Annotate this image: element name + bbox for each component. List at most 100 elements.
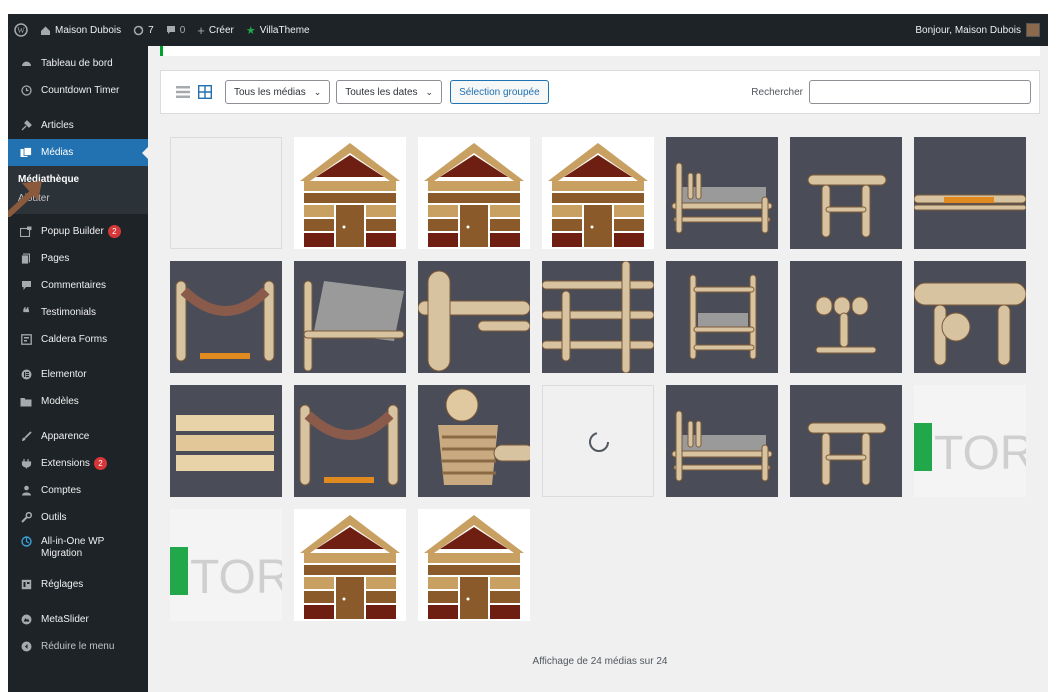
comment-icon <box>18 280 34 291</box>
collapse-menu-button[interactable]: Réduire le menu <box>8 633 148 660</box>
media-type-filter[interactable]: Tous les médias ⌄ <box>225 80 331 104</box>
menu-item-outils[interactable]: Outils <box>8 504 148 531</box>
comments-count: 0 <box>179 24 186 36</box>
menu-item-migration[interactable]: All-in-One WP Migration <box>8 531 148 571</box>
bed-photo <box>666 385 778 497</box>
menu-item-popup-builder[interactable]: Popup Builder 2 <box>8 218 148 245</box>
wordpress-logo[interactable]: W <box>8 14 34 46</box>
menu-label: Caldera Forms <box>41 334 108 345</box>
crate-photo <box>170 385 282 497</box>
media-thumbnail[interactable] <box>170 137 282 249</box>
media-thumbnail[interactable] <box>294 261 406 373</box>
date-filter[interactable]: Toutes les dates ⌄ <box>336 80 443 104</box>
media-thumbnail[interactable] <box>666 385 778 497</box>
search-label: Rechercher <box>751 86 803 98</box>
pin-icon <box>18 120 34 131</box>
bed-photo <box>666 137 778 249</box>
brush-icon <box>18 431 34 442</box>
rope-detail-photo <box>418 385 530 497</box>
media-thumbnail[interactable] <box>418 385 530 497</box>
notification-badge: 2 <box>93 457 107 470</box>
menu-item-elementor[interactable]: Elementor <box>8 361 148 388</box>
menu-item-testimonials[interactable]: ❝ Testimonials <box>8 299 148 326</box>
forms-icon <box>18 334 34 345</box>
hammock-photo <box>170 261 282 373</box>
menu-label: Popup Builder <box>41 226 104 237</box>
menu-item-caldera-forms[interactable]: Caldera Forms <box>8 326 148 353</box>
media-thumbnail[interactable] <box>294 509 406 621</box>
list-view-icon[interactable] <box>175 84 191 100</box>
menu-item-extensions[interactable]: Extensions 2 <box>8 450 148 477</box>
menu-item-reglages[interactable]: Réglages <box>8 571 148 598</box>
svg-text:TOR: TOR <box>934 427 1026 480</box>
media-thumbnail[interactable] <box>542 385 654 497</box>
comments-link[interactable]: 0 <box>160 14 192 46</box>
menu-label: Médias <box>41 147 74 158</box>
elementor-icon <box>18 369 34 380</box>
menu-item-pages[interactable]: Pages <box>8 245 148 272</box>
media-thumbnail[interactable] <box>666 137 778 249</box>
collapse-icon <box>18 641 34 652</box>
menu-label: Réduire le menu <box>41 641 115 652</box>
media-thumbnail[interactable] <box>170 261 282 373</box>
menu-item-articles[interactable]: Articles <box>8 112 148 139</box>
media-thumbnail[interactable] <box>790 137 902 249</box>
media-thumbnail[interactable] <box>170 385 282 497</box>
media-thumbnail[interactable] <box>294 385 406 497</box>
logo-house <box>294 137 406 249</box>
media-thumbnail[interactable]: TOR <box>170 509 282 621</box>
logo-house <box>418 137 530 249</box>
bulk-select-button[interactable]: Sélection groupée <box>450 80 549 104</box>
chair-photo <box>666 261 778 373</box>
menu-item-countdown-timer[interactable]: Countdown Timer <box>8 77 148 104</box>
media-thumbnail[interactable] <box>542 137 654 249</box>
notice-bar <box>160 46 1040 56</box>
account-menu[interactable]: Bonjour, Maison Dubois <box>915 23 1048 37</box>
new-content-link[interactable]: + Créer <box>191 14 240 46</box>
site-name: Maison Dubois <box>55 24 122 36</box>
popup-icon <box>18 226 34 237</box>
menu-item-modeles[interactable]: Modèles <box>8 388 148 415</box>
media-thumbnail[interactable] <box>666 261 778 373</box>
plus-icon: + <box>197 22 205 38</box>
search-input[interactable] <box>809 80 1031 104</box>
new-label: Créer <box>208 24 234 36</box>
site-name-link[interactable]: Maison Dubois <box>34 14 127 46</box>
migration-icon <box>18 536 34 547</box>
quote-icon: ❝ <box>22 304 30 320</box>
table-detail-photo <box>914 261 1026 373</box>
menu-item-medias[interactable]: Médias <box>8 139 148 166</box>
menu-item-comptes[interactable]: Comptes <box>8 477 148 504</box>
menu-item-apparence[interactable]: Apparence <box>8 423 148 450</box>
menu-item-dashboard[interactable]: Tableau de bord <box>8 50 148 77</box>
folder-icon <box>18 397 34 407</box>
settings-icon <box>18 579 34 590</box>
updates-link[interactable]: 7 <box>127 14 160 46</box>
log-detail-photo <box>418 261 530 373</box>
slider-icon <box>18 614 34 625</box>
media-thumbnail[interactable] <box>542 261 654 373</box>
villatheme-label: VillaTheme <box>259 24 310 36</box>
media-thumbnail[interactable] <box>418 509 530 621</box>
media-thumbnail[interactable] <box>418 137 530 249</box>
pages-icon <box>18 253 34 264</box>
svg-text:W: W <box>17 26 25 35</box>
menu-label: Outils <box>41 512 67 523</box>
logo-house <box>418 509 530 621</box>
grid-view-icon[interactable] <box>197 84 213 100</box>
logo-house <box>542 137 654 249</box>
media-thumbnail[interactable] <box>914 261 1026 373</box>
media-thumbnail[interactable] <box>790 261 902 373</box>
menu-item-comments[interactable]: Commentaires <box>8 272 148 299</box>
media-thumbnail[interactable] <box>790 385 902 497</box>
media-thumbnail[interactable] <box>418 261 530 373</box>
media-thumbnail[interactable] <box>914 137 1026 249</box>
media-thumbnail[interactable] <box>294 137 406 249</box>
main-content: Tous les médias ⌄ Toutes les dates ⌄ Sél… <box>148 46 1048 692</box>
menu-label: Extensions <box>41 458 90 469</box>
villatheme-link[interactable]: ★ VillaTheme <box>240 14 316 46</box>
updates-count: 7 <box>148 24 154 36</box>
media-count-text: Affichage de 24 médias sur 24 <box>532 656 668 667</box>
menu-item-metaslider[interactable]: MetaSlider <box>8 606 148 633</box>
media-thumbnail[interactable]: TOR <box>914 385 1026 497</box>
